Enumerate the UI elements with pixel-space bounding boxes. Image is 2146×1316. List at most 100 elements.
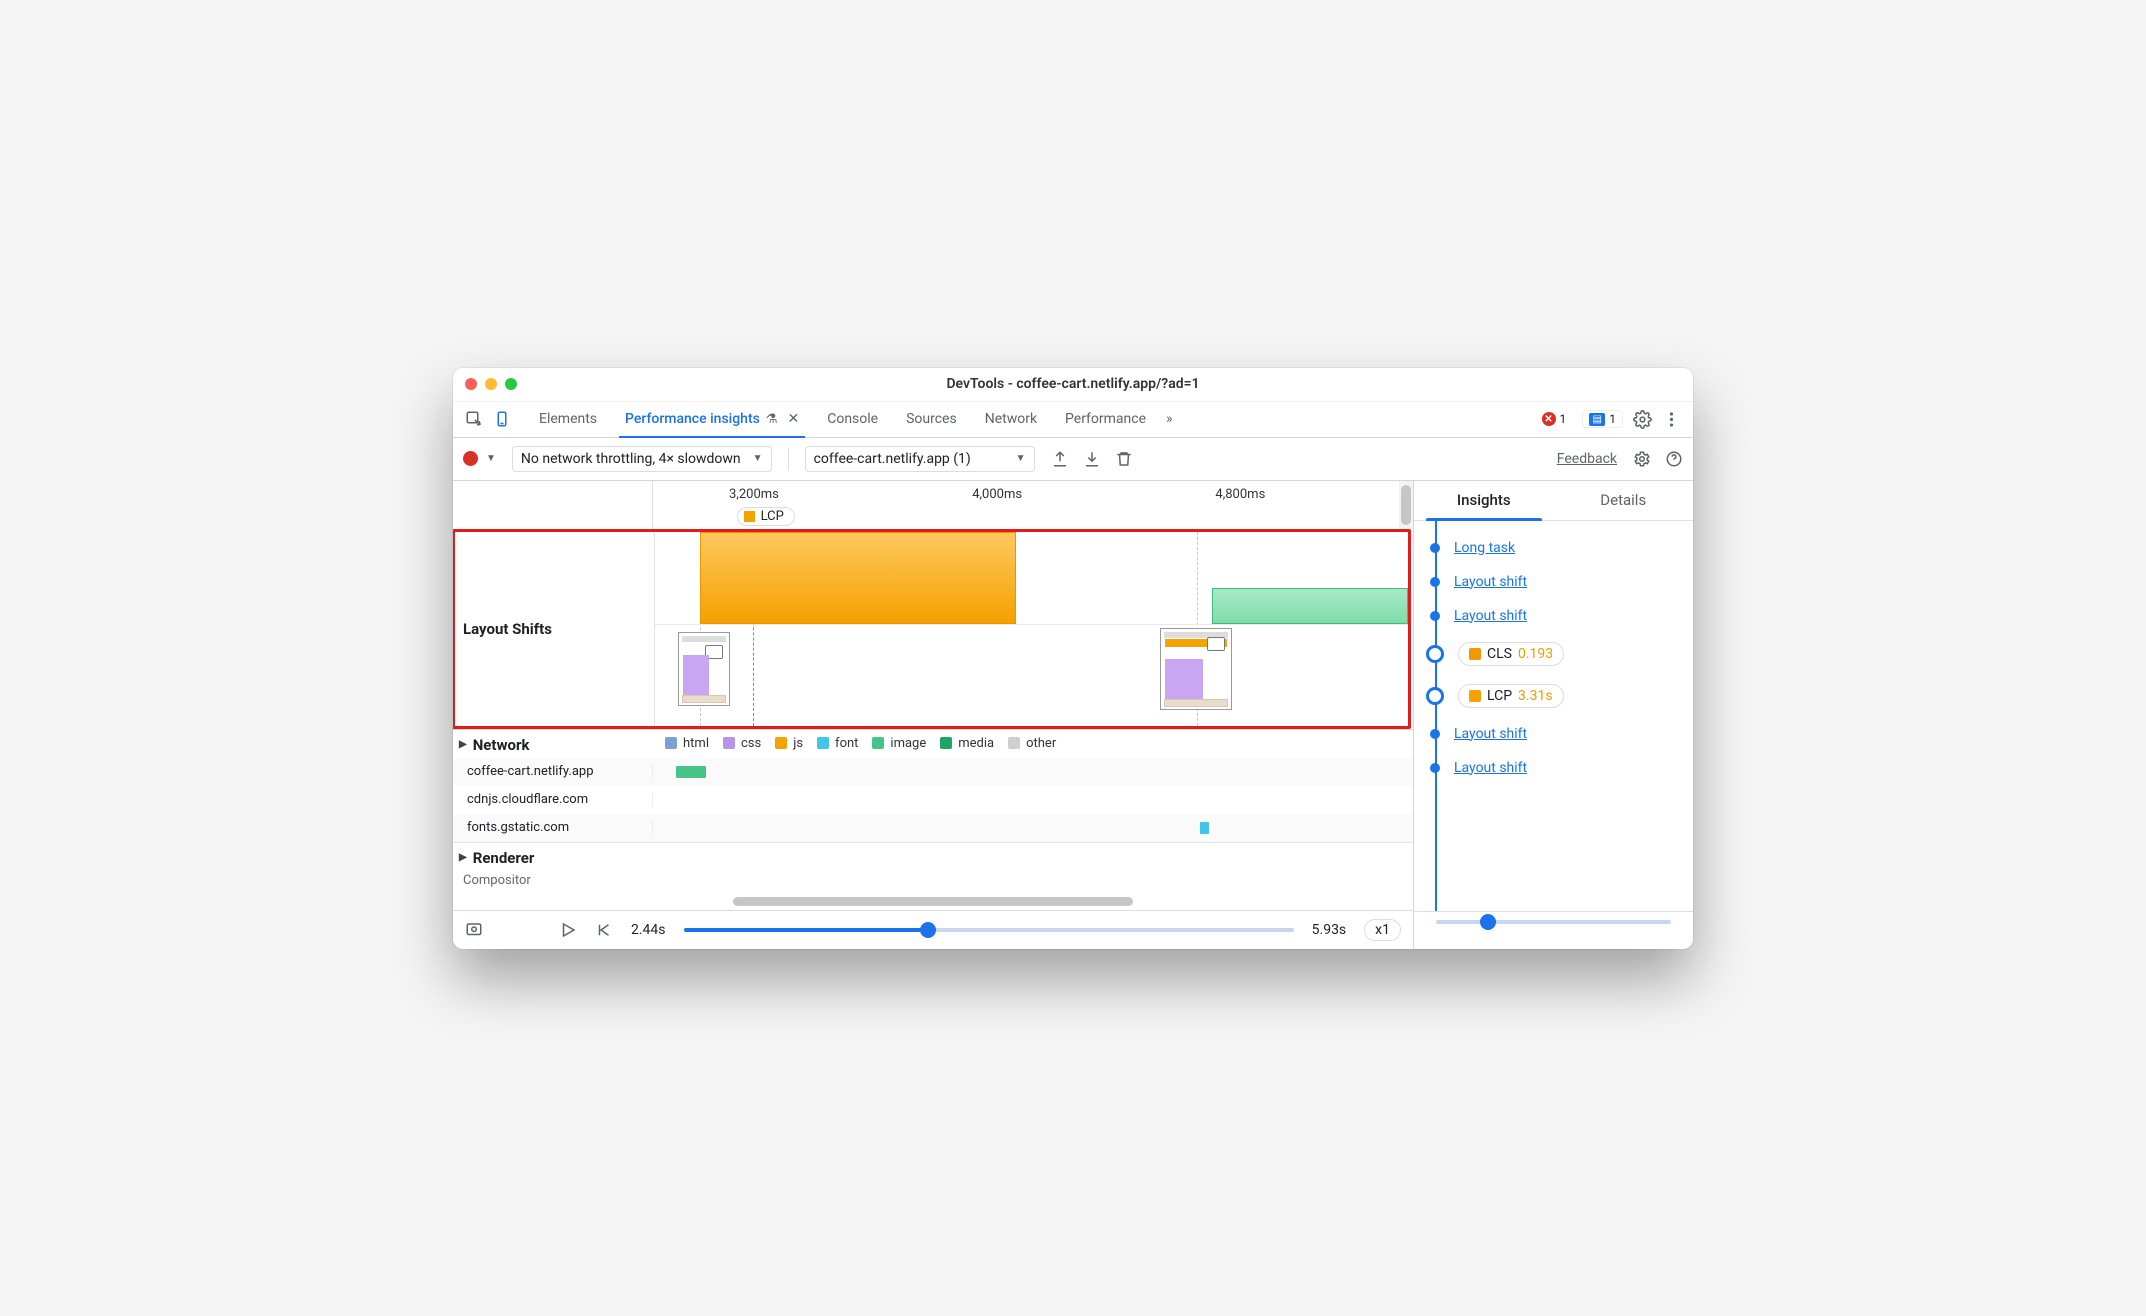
timeline-node-icon	[1426, 687, 1444, 705]
network-row[interactable]: fonts.gstatic.com	[453, 814, 1413, 842]
playback-speed-button[interactable]: x1	[1364, 919, 1401, 941]
timeline-node-icon	[1430, 577, 1440, 587]
timeline-tick: 3,200ms	[729, 487, 779, 502]
settings-icon[interactable]	[1633, 410, 1652, 429]
timeline-node-icon	[1430, 543, 1440, 553]
chevron-right-icon: ▶	[459, 739, 467, 750]
tab-insights[interactable]: Insights	[1414, 481, 1554, 520]
request-bar[interactable]	[676, 766, 706, 778]
lcp-marker-icon	[744, 511, 755, 522]
insight-row[interactable]: Long task	[1428, 531, 1689, 565]
insights-toolbar: ▼ No network throttling, 4× slowdown ▼ c…	[453, 438, 1693, 481]
insight-link[interactable]: Layout shift	[1454, 726, 1527, 742]
titlebar: DevTools - coffee-cart.netlify.app/?ad=1	[453, 368, 1693, 402]
tab-sources[interactable]: Sources	[892, 402, 971, 437]
chevron-down-icon[interactable]: ▼	[486, 453, 496, 464]
zoom-slider[interactable]	[1436, 920, 1671, 924]
throttling-label: No network throttling, 4× slowdown	[521, 451, 741, 467]
network-row[interactable]: coffee-cart.netlify.app	[453, 758, 1413, 786]
timeline-node-icon	[1430, 763, 1440, 773]
chevron-down-icon: ▼	[753, 453, 763, 464]
window-controls	[465, 378, 517, 390]
throttling-select[interactable]: No network throttling, 4× slowdown ▼	[512, 446, 772, 472]
insight-row[interactable]: CLS0.193	[1428, 633, 1689, 675]
timeline-node-icon	[1426, 645, 1444, 663]
divider	[788, 448, 789, 470]
playback-bar: 2.44s 5.93s x1	[453, 910, 1413, 949]
tab-elements[interactable]: Elements	[525, 402, 611, 437]
metric-pill[interactable]: CLS0.193	[1458, 642, 1564, 666]
timeline-start-time: 2.44s	[631, 922, 666, 938]
device-toolbar-icon[interactable]	[493, 410, 511, 428]
tab-performance-insights[interactable]: Performance insights ⚗ ✕	[611, 402, 813, 437]
lcp-marker-badge[interactable]: LCP	[737, 507, 795, 526]
record-icon	[463, 451, 478, 466]
layout-shifts-label: Layout Shifts	[455, 532, 655, 726]
request-bar[interactable]	[1200, 822, 1209, 834]
maximize-window-icon[interactable]	[505, 378, 517, 390]
chevron-down-icon: ▼	[1016, 453, 1026, 464]
network-host-label: fonts.gstatic.com	[453, 820, 653, 835]
feedback-link[interactable]: Feedback	[1557, 451, 1617, 467]
recording-select[interactable]: coffee-cart.netlify.app (1) ▼	[805, 446, 1035, 472]
timeline-ruler[interactable]: LCP 3,200ms 4,000ms 4,800ms	[453, 481, 1413, 529]
network-section: ▶ Network htmlcssjsfontimagemediaother c…	[453, 729, 1413, 842]
export-icon[interactable]	[1051, 450, 1069, 468]
overflow-menu-icon[interactable]	[1662, 410, 1681, 429]
rewind-icon[interactable]	[595, 921, 613, 939]
insights-list[interactable]: Long task Layout shift Layout shift CLS0.19…	[1414, 521, 1693, 911]
legend-item: media	[940, 736, 994, 751]
insights-tab-bar: Insights Details	[1414, 481, 1693, 521]
timeline-tick: 4,800ms	[1215, 487, 1265, 502]
legend-item: image	[872, 736, 926, 751]
inspect-element-icon[interactable]	[465, 410, 483, 428]
delete-icon[interactable]	[1115, 450, 1133, 468]
network-legend: htmlcssjsfontimagemediaother	[665, 736, 1413, 751]
play-icon[interactable]	[559, 921, 577, 939]
insight-row[interactable]: Layout shift	[1428, 751, 1689, 785]
metric-pill[interactable]: LCP3.31s	[1458, 684, 1564, 708]
close-window-icon[interactable]	[465, 378, 477, 390]
layout-shifts-track-highlight: Layout Shifts	[453, 529, 1411, 729]
more-tabs-icon[interactable]: »	[1160, 411, 1179, 427]
insight-row[interactable]: Layout shift	[1428, 717, 1689, 751]
insight-link[interactable]: Layout shift	[1454, 760, 1527, 776]
insight-row[interactable]: Layout shift	[1428, 565, 1689, 599]
main-tab-bar: Elements Performance insights ⚗ ✕ Consol…	[453, 402, 1693, 438]
tab-performance[interactable]: Performance	[1051, 402, 1160, 437]
renderer-section-toggle[interactable]: ▶ Renderer	[453, 843, 1413, 871]
recording-label: coffee-cart.netlify.app (1)	[814, 451, 971, 467]
record-button[interactable]: ▼	[463, 451, 496, 466]
window-title: DevTools - coffee-cart.netlify.app/?ad=1	[453, 376, 1693, 392]
import-icon[interactable]	[1083, 450, 1101, 468]
compositor-label-cutoff: Compositor	[453, 871, 1413, 894]
tab-console[interactable]: Console	[813, 402, 892, 437]
error-count-badge[interactable]: ✕1	[1536, 411, 1573, 427]
tab-network[interactable]: Network	[971, 402, 1051, 437]
preview-toggle-icon[interactable]	[465, 921, 483, 939]
insight-row[interactable]: LCP3.31s	[1428, 675, 1689, 717]
insight-link[interactable]: Layout shift	[1454, 574, 1527, 590]
legend-item: other	[1008, 736, 1056, 751]
timeline-node-icon	[1430, 611, 1440, 621]
timeline-scrubber[interactable]	[684, 928, 1294, 932]
layout-shift-thumbnail[interactable]	[1160, 628, 1232, 710]
network-row[interactable]: cdnjs.cloudflare.com	[453, 786, 1413, 814]
flask-icon: ⚗	[766, 412, 778, 427]
minimize-window-icon[interactable]	[485, 378, 497, 390]
insight-link[interactable]: Long task	[1454, 540, 1515, 556]
close-tab-icon[interactable]: ✕	[787, 411, 799, 427]
horizontal-scrollbar[interactable]	[453, 894, 1413, 910]
timeline-tick: 4,000ms	[972, 487, 1022, 502]
layout-shifts-lane[interactable]	[655, 532, 1408, 726]
help-icon[interactable]	[1665, 450, 1683, 468]
insight-row[interactable]: Layout shift	[1428, 599, 1689, 633]
panel-settings-icon[interactable]	[1633, 450, 1651, 468]
tab-details[interactable]: Details	[1554, 481, 1694, 520]
layout-shift-thumbnail[interactable]	[678, 632, 730, 706]
message-count-badge[interactable]: ▤1	[1582, 410, 1623, 428]
vertical-scrollbar[interactable]	[1399, 481, 1413, 529]
chevron-right-icon: ▶	[459, 852, 467, 863]
insight-link[interactable]: Layout shift	[1454, 608, 1527, 624]
legend-item: html	[665, 736, 709, 751]
